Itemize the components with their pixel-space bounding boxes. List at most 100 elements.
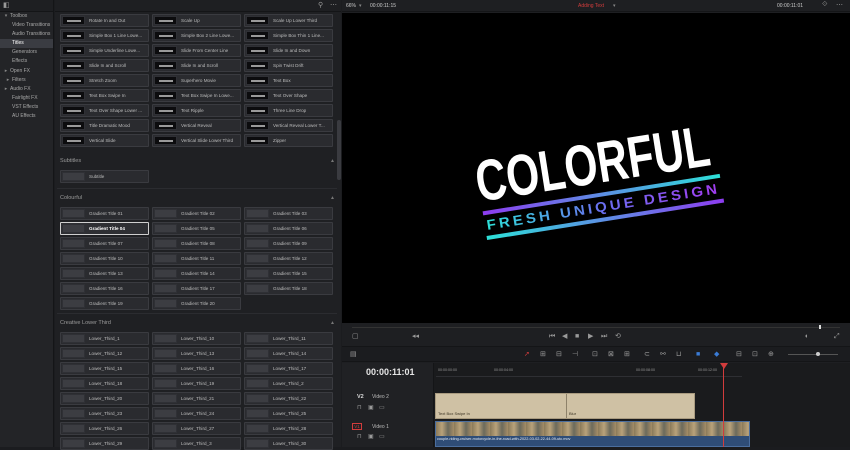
- title-tile[interactable]: Gradient Title 14: [152, 267, 241, 280]
- title-tile[interactable]: Vertical Slide Lower Third: [152, 134, 241, 147]
- tree-item[interactable]: Generators: [0, 48, 53, 57]
- chevron-down-icon[interactable]: ▾: [359, 3, 362, 9]
- title-tile[interactable]: Text Over Shape: [244, 89, 333, 102]
- title-tile[interactable]: Gradient Title 01: [60, 207, 149, 220]
- stop-icon[interactable]: ■: [575, 333, 579, 341]
- title-tile[interactable]: Lower_Third_22: [244, 392, 333, 405]
- fullscreen-icon[interactable]: ⤢: [834, 333, 840, 341]
- tree-item[interactable]: Audio Transitions: [0, 30, 53, 39]
- play-icon[interactable]: ▶: [588, 333, 593, 341]
- title-tile[interactable]: Lower_Third_25: [244, 407, 333, 420]
- title-tile[interactable]: Gradient Title 13: [60, 267, 149, 280]
- title-tile[interactable]: Lower_Third_26: [60, 422, 149, 435]
- lock-icon[interactable]: ⊔: [676, 351, 681, 359]
- tree-item[interactable]: ▸ Open FX: [0, 67, 53, 76]
- title-tile[interactable]: Lower_Third_14: [244, 347, 333, 360]
- title-tile[interactable]: Gradient Title 09: [244, 237, 333, 250]
- title-tile[interactable]: Lower_Third_13: [152, 347, 241, 360]
- title-tile[interactable]: Slide In and Scroll: [60, 59, 149, 72]
- snapping-icon[interactable]: ⊂: [644, 351, 650, 359]
- title-tile[interactable]: Lower_Third_20: [60, 392, 149, 405]
- tree-item[interactable]: Effects: [0, 57, 53, 66]
- title-tile[interactable]: Gradient Title 17: [152, 282, 241, 295]
- title-tile[interactable]: Stretch Zoom: [60, 74, 149, 87]
- title-tile[interactable]: Simple Box 1 Line Lowe...: [60, 29, 149, 42]
- scrubber-handle[interactable]: [819, 325, 821, 329]
- title-tile[interactable]: Lower_Third_27: [152, 422, 241, 435]
- timeline-view-icon[interactable]: ▤: [350, 351, 357, 359]
- search-icon[interactable]: ⚲: [318, 2, 323, 10]
- trim-tool-icon[interactable]: ⊞: [540, 351, 546, 359]
- title-tile[interactable]: Scale Up Lower Third: [244, 14, 333, 27]
- jump-end-icon[interactable]: ⏭: [601, 333, 607, 341]
- auto-select-icon[interactable]: ▣: [368, 433, 374, 441]
- title-tile[interactable]: Simple Underline Lowe...: [60, 44, 149, 57]
- library-scrollbar[interactable]: [337, 120, 341, 180]
- timeline-timecode[interactable]: 00:00:11:01: [366, 367, 415, 377]
- title-tile[interactable]: Lower_Third_23: [60, 407, 149, 420]
- title-tile[interactable]: Three Line Drop: [244, 104, 333, 117]
- title-tile[interactable]: Vertical Slide: [60, 134, 149, 147]
- viewer-options-icon[interactable]: ▢: [352, 333, 359, 341]
- timeline-ruler[interactable]: 00:00:00:00 00:00:04:00 00:00:08:00 00:0…: [436, 365, 742, 377]
- overwrite-clip-icon[interactable]: ⊠: [608, 351, 614, 359]
- title-tile[interactable]: Simple Box Thin 1 Line...: [244, 29, 333, 42]
- title-tile[interactable]: Vertical Reveal: [152, 119, 241, 132]
- marker-icon[interactable]: ◆: [714, 351, 719, 359]
- title-tile[interactable]: Scale Up: [152, 14, 241, 27]
- blade-tool-icon[interactable]: ⊣: [572, 351, 578, 359]
- chevron-down-icon[interactable]: ▾: [2, 12, 10, 21]
- title-tile[interactable]: Lower_Third_24: [152, 407, 241, 420]
- title-tile[interactable]: Text Over Shape Lower ...: [60, 104, 149, 117]
- tree-item[interactable]: ▾ Toolbox: [0, 12, 53, 21]
- title-tile[interactable]: Gradient Title 03: [244, 207, 333, 220]
- title-tile[interactable]: Vertical Reveal Lower T...: [244, 119, 333, 132]
- tree-item[interactable]: Fairlight FX: [0, 94, 53, 103]
- title-tile[interactable]: Slide In and Scroll: [152, 59, 241, 72]
- collapse-colourful-icon[interactable]: ▲: [330, 195, 335, 201]
- title-tile[interactable]: Gradient Title 07: [60, 237, 149, 250]
- title-tile[interactable]: Lower_Third_12: [60, 347, 149, 360]
- panel-toggle-icon[interactable]: ◧: [3, 2, 10, 10]
- title-tile[interactable]: Gradient Title 12: [244, 252, 333, 265]
- title-tile[interactable]: Lower_Third_1: [60, 332, 149, 345]
- zoom-level[interactable]: 66%: [346, 3, 356, 9]
- playhead[interactable]: [723, 363, 724, 447]
- replace-clip-icon[interactable]: ⊞: [624, 351, 630, 359]
- title-tile[interactable]: Simple Box 2 Line Lowe...: [152, 29, 241, 42]
- track-visibility-icon[interactable]: ▭: [379, 404, 385, 412]
- timeline-clip[interactable]: couple-riding-cruiser-motorcycle-in-the-…: [435, 421, 750, 447]
- title-tile[interactable]: Gradient Title 18: [244, 282, 333, 295]
- link-icon[interactable]: ⚯: [660, 351, 666, 359]
- volume-icon[interactable]: ◖: [804, 333, 808, 341]
- tree-item[interactable]: Titles: [0, 39, 53, 49]
- title-tile[interactable]: Lower_Third_30: [244, 437, 333, 450]
- title-tile[interactable]: Gradient Title 04: [60, 222, 149, 235]
- zoom-detail-icon[interactable]: ⊡: [752, 351, 758, 359]
- tree-item[interactable]: ▸ Audio FX: [0, 85, 53, 94]
- more-options-icon[interactable]: ⋯: [836, 1, 843, 9]
- title-tile[interactable]: Gradient Title 20: [152, 297, 241, 310]
- title-tile[interactable]: Slide In and Down: [244, 44, 333, 57]
- video-preview[interactable]: COLORFUL FRESH UNIQUE DESIGN: [342, 13, 850, 323]
- section-creative-heading[interactable]: Creative Lower Third: [60, 320, 111, 326]
- selection-tool-icon[interactable]: ➚: [524, 351, 530, 359]
- track-name[interactable]: Video 1: [372, 424, 389, 430]
- title-tile[interactable]: Lower_Third_15: [60, 362, 149, 375]
- title-tile[interactable]: Superhero Movie: [152, 74, 241, 87]
- title-tile[interactable]: Lower_Third_10: [152, 332, 241, 345]
- title-tile[interactable]: Gradient Title 16: [60, 282, 149, 295]
- tree-item[interactable]: VST Effects: [0, 103, 53, 112]
- chevron-right-icon[interactable]: ▸: [2, 85, 10, 94]
- title-tile[interactable]: Gradient Title 08: [152, 237, 241, 250]
- title-tile[interactable]: Text Ripple: [152, 104, 241, 117]
- track-visibility-icon[interactable]: ▭: [379, 433, 385, 441]
- lock-track-icon[interactable]: ⊓: [357, 404, 362, 412]
- lock-track-icon[interactable]: ⊓: [357, 433, 362, 441]
- title-tile[interactable]: Gradient Title 05: [152, 222, 241, 235]
- title-tile[interactable]: Title Dramatic Mood: [60, 119, 149, 132]
- timeline-name[interactable]: Adding Text: [578, 3, 604, 9]
- title-tile[interactable]: Lower_Third_11: [244, 332, 333, 345]
- title-tile[interactable]: Gradient Title 15: [244, 267, 333, 280]
- title-tile[interactable]: Lower_Third_17: [244, 362, 333, 375]
